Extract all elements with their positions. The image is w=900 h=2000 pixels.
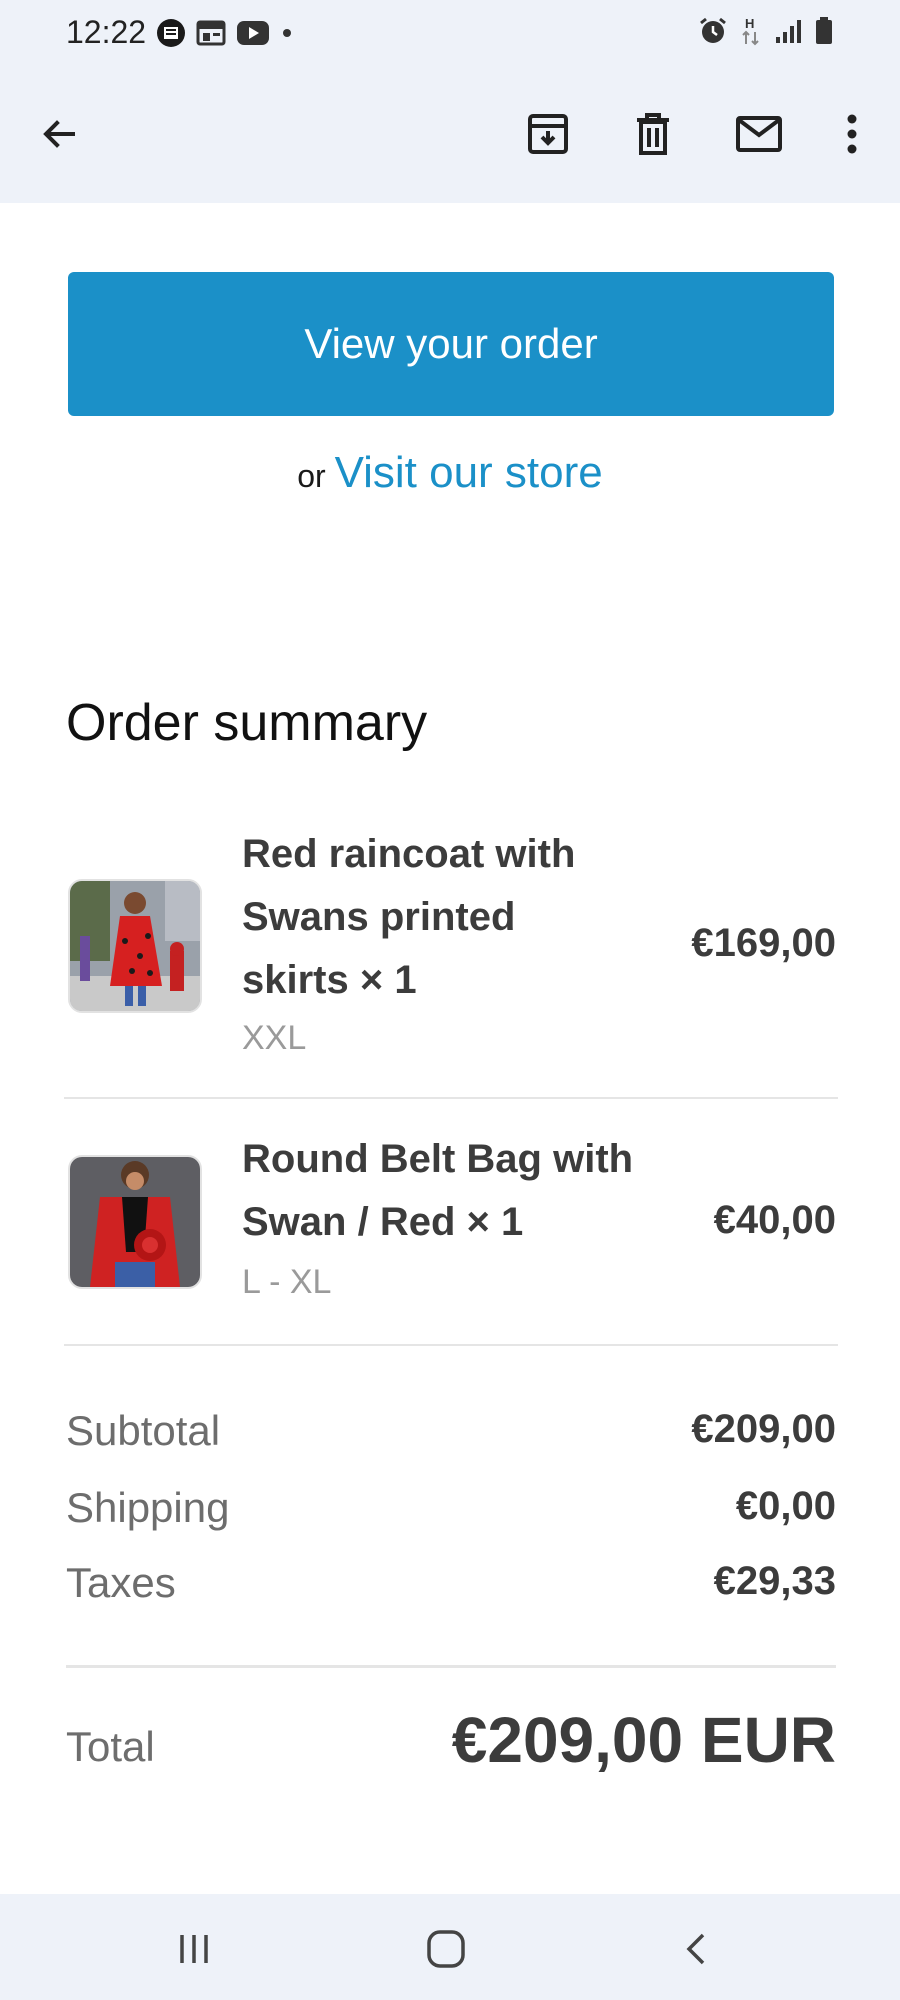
- taxes-value: €29,33: [713, 1559, 836, 1603]
- battery-icon: [814, 16, 834, 51]
- data-h-icon: H: [740, 16, 762, 51]
- item-title: Round Belt Bag with Swan / Red × 1: [242, 1137, 634, 1244]
- visit-store-link[interactable]: Visit our store: [335, 448, 603, 497]
- item-variant: XXL: [242, 1019, 307, 1057]
- calendar-widget-icon: [196, 20, 226, 51]
- item-price: €169,00: [691, 921, 836, 965]
- news-badge-icon: [156, 18, 186, 53]
- item-title: Red raincoat with Swans printed skirts ×…: [242, 832, 576, 1002]
- subtotal-label: Subtotal: [66, 1407, 221, 1454]
- more-vert-icon[interactable]: [822, 104, 882, 164]
- taxes-label: Taxes: [66, 1559, 176, 1606]
- order-item: Round Belt Bag with Swan / Red × 1 L - X…: [66, 1128, 836, 1301]
- youtube-icon: [236, 20, 270, 51]
- view-order-button[interactable]: View your order: [68, 272, 834, 416]
- visit-store-row: or Visit our store: [0, 448, 900, 498]
- subtotal-value: €209,00: [691, 1407, 836, 1451]
- product-image-belt-bag: [68, 1155, 202, 1289]
- svg-text:H: H: [745, 16, 754, 31]
- status-time: 12:22: [66, 14, 147, 50]
- home-icon[interactable]: [416, 1924, 476, 1974]
- dot-icon: [280, 26, 294, 45]
- status-icons-left: [156, 18, 294, 53]
- visit-prefix: or: [297, 458, 326, 494]
- item-divider: [64, 1097, 838, 1099]
- subtotal-row: Subtotal €209,00: [66, 1407, 836, 1457]
- total-label: Total: [66, 1723, 155, 1770]
- status-icons-right: H: [698, 16, 834, 51]
- back-nav-icon[interactable]: [667, 1924, 727, 1974]
- order-item: Red raincoat with Swans printed skirts ×…: [66, 823, 836, 1057]
- total-divider: [66, 1665, 836, 1668]
- item-variant: L - XL: [242, 1263, 332, 1301]
- shipping-label: Shipping: [66, 1484, 230, 1531]
- order-summary-title: Order summary: [66, 694, 428, 752]
- shipping-value: €0,00: [735, 1484, 836, 1528]
- delete-icon[interactable]: [623, 104, 683, 164]
- taxes-row: Taxes €29,33: [66, 1559, 836, 1609]
- status-bar: 12:22 H: [0, 0, 900, 66]
- total-value: €209,00 EUR: [451, 1704, 836, 1776]
- back-arrow-icon[interactable]: [29, 104, 89, 164]
- signal-icon: [774, 17, 802, 50]
- product-image-raincoat: [68, 879, 202, 1013]
- archive-icon[interactable]: [518, 104, 578, 164]
- mail-icon[interactable]: [729, 104, 789, 164]
- app-bar: [0, 66, 900, 203]
- alarm-icon: [698, 16, 728, 51]
- recent-apps-icon[interactable]: [164, 1924, 224, 1974]
- nav-bar: [0, 1894, 900, 2000]
- item-divider: [64, 1344, 838, 1346]
- item-price: €40,00: [713, 1198, 836, 1242]
- shipping-row: Shipping €0,00: [66, 1484, 836, 1534]
